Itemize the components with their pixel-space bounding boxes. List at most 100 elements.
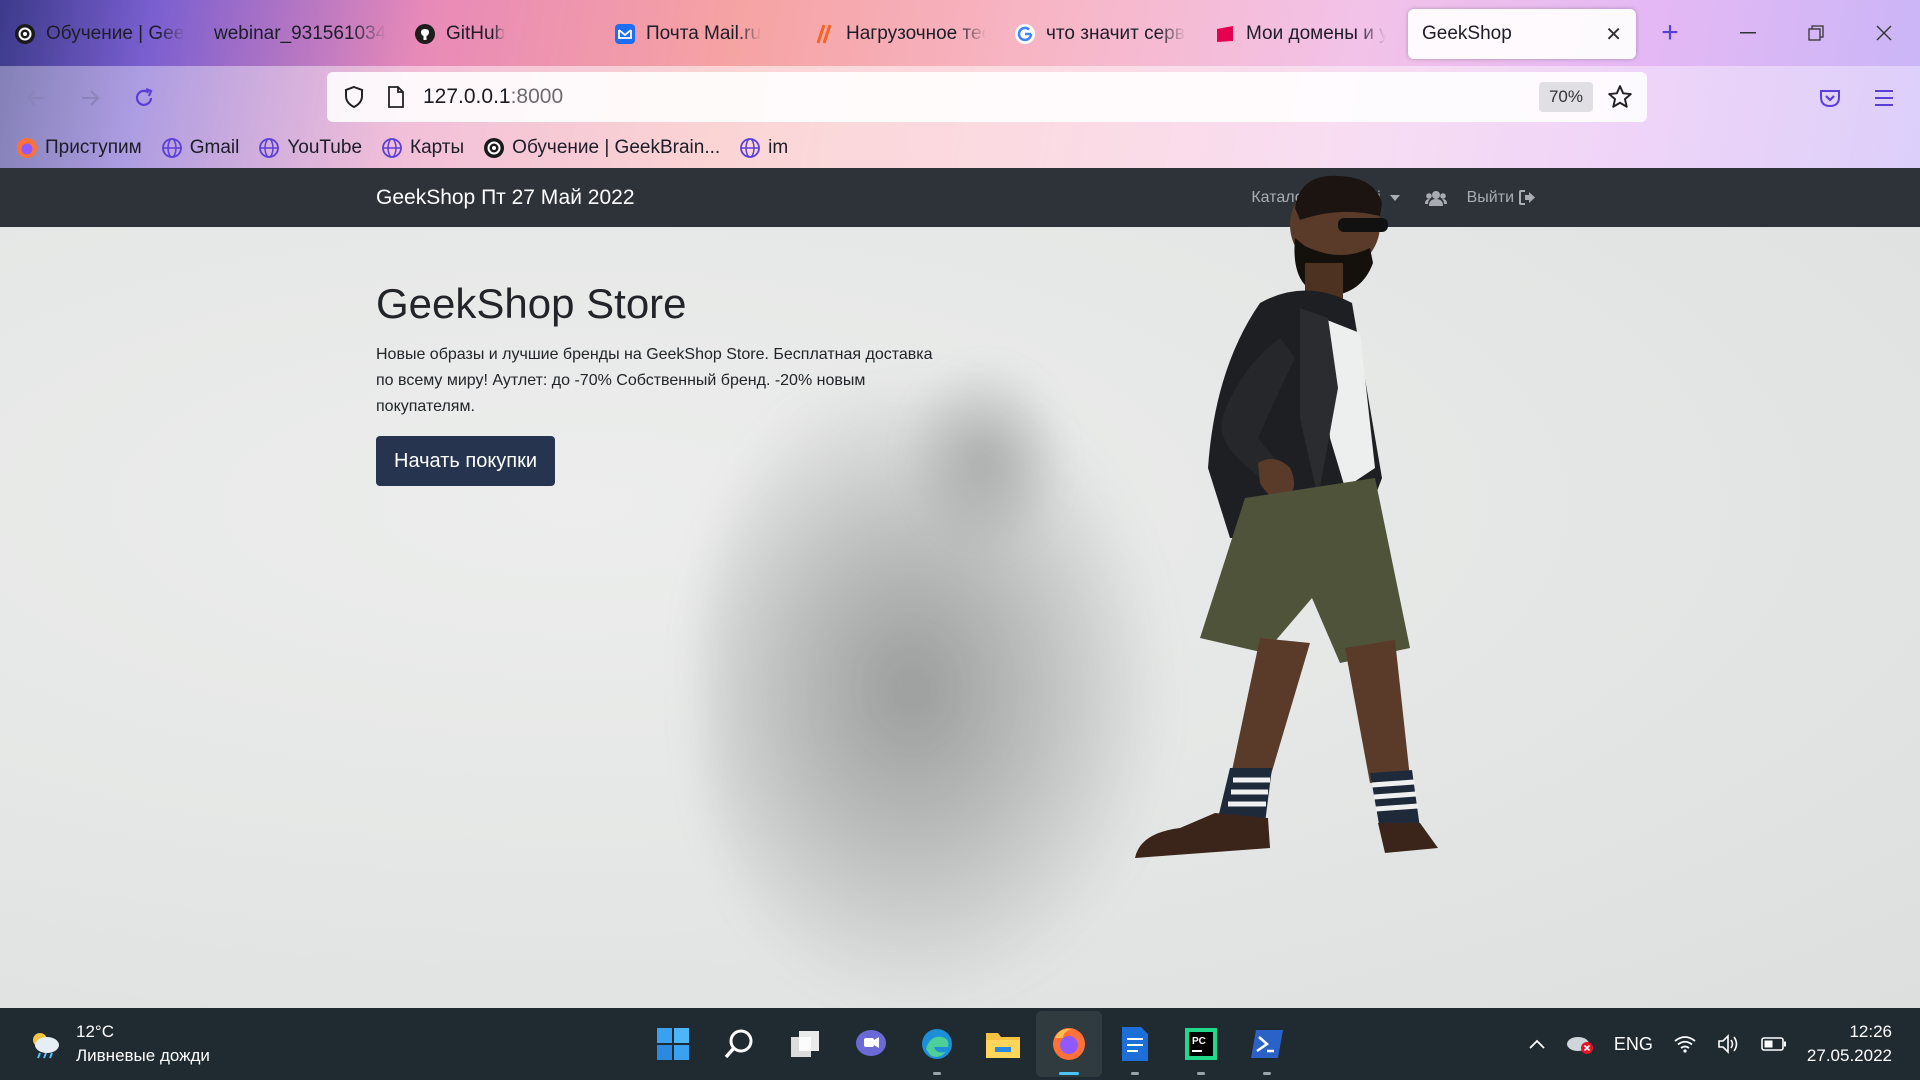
show-hidden-icons-chevron-up-icon[interactable] xyxy=(1528,1038,1546,1050)
page-icon xyxy=(381,82,411,112)
edge-button[interactable] xyxy=(904,1011,970,1077)
tab-label: webinar_93156103490 xyxy=(214,23,386,44)
weather-description: Ливневые дожди xyxy=(76,1046,210,1065)
battery-icon[interactable] xyxy=(1761,1036,1787,1052)
bookmark-im[interactable]: im xyxy=(739,137,788,159)
taskbar-apps: PC xyxy=(640,1008,1300,1080)
bookmark-label: im xyxy=(768,137,789,158)
hero-model-image xyxy=(1135,175,1438,858)
back-button[interactable] xyxy=(16,78,56,118)
tab-label: GitHub xyxy=(446,23,506,44)
pycharm-icon: PC xyxy=(1185,1028,1217,1060)
close-tab-icon[interactable]: ✕ xyxy=(1605,22,1622,47)
document-icon xyxy=(1122,1027,1148,1061)
windows-taskbar: 12°C Ливневые дожди PC ENG 12:26 27.05.2… xyxy=(0,1008,1920,1080)
bookmark-label: Gmail xyxy=(189,137,240,158)
task-view-button[interactable] xyxy=(772,1011,838,1077)
bookmark-youtube[interactable]: YouTube xyxy=(258,137,362,159)
bookmark-maps[interactable]: Карты xyxy=(381,137,464,159)
bookmark-label: Карты xyxy=(410,137,465,158)
edge-icon xyxy=(922,1029,952,1059)
firefox-button[interactable] xyxy=(1036,1011,1102,1077)
tab-label: Нагрузочное тестирование xyxy=(846,23,986,44)
start-shopping-button[interactable]: Начать покупки xyxy=(376,436,556,486)
tab-geekbrains[interactable]: Обучение | GeekBrains xyxy=(0,9,200,59)
clock-time: 12:26 xyxy=(1849,1022,1892,1041)
onedrive-error-icon[interactable] xyxy=(1566,1033,1594,1055)
github-icon xyxy=(414,23,436,45)
tab-webinar[interactable]: webinar_93156103490 xyxy=(200,9,400,59)
pocket-icon[interactable] xyxy=(1810,78,1850,118)
site-brand[interactable]: GeekShop Пт 27 Май 2022 xyxy=(376,168,635,227)
openai-icon xyxy=(483,137,505,159)
hero-section: GeekShop Store Новые образы и лучшие бре… xyxy=(376,280,936,486)
teams-chat-button[interactable] xyxy=(838,1011,904,1077)
tab-label: что значит сервер xyxy=(1046,23,1186,44)
search-button[interactable] xyxy=(706,1011,772,1077)
tab-strip: Обучение | GeekBrains webinar_9315610349… xyxy=(0,0,1920,66)
task-view-icon xyxy=(791,1031,819,1057)
weather-widget[interactable]: 12°C Ливневые дожди xyxy=(28,1020,210,1068)
terminal-icon xyxy=(1251,1030,1283,1058)
start-button[interactable] xyxy=(640,1011,706,1077)
new-tab-button[interactable]: + xyxy=(1650,13,1690,53)
globe-icon xyxy=(161,137,183,159)
weather-cloud-rain-icon xyxy=(33,1033,59,1059)
google-icon xyxy=(1014,23,1036,45)
tab-label: GeekShop xyxy=(1422,23,1512,44)
slash-icon xyxy=(814,23,836,45)
language-indicator[interactable]: ENG xyxy=(1614,1034,1653,1055)
tab-label: Мои домены и услуги xyxy=(1246,23,1386,44)
system-tray: ENG 12:26 27.05.2022 xyxy=(1528,1008,1920,1080)
folder-icon xyxy=(986,1033,1020,1058)
navigation-toolbar: 127.0.0.1:8000 70% xyxy=(0,66,1920,128)
bookmark-label: Обучение | GeekBrain... xyxy=(512,137,721,158)
tab-github[interactable]: GitHub xyxy=(400,9,600,59)
firefox-icon xyxy=(1053,1028,1085,1060)
shield-icon[interactable] xyxy=(339,82,369,112)
file-explorer-button[interactable] xyxy=(970,1011,1036,1077)
reload-button[interactable] xyxy=(124,78,164,118)
svg-text:PC: PC xyxy=(1192,1036,1206,1047)
pycharm-button[interactable]: PC xyxy=(1168,1011,1234,1077)
address-bar[interactable]: 127.0.0.1:8000 70% xyxy=(327,72,1647,122)
running-indicator xyxy=(933,1072,941,1075)
domains-icon xyxy=(1214,23,1236,45)
wifi-icon[interactable] xyxy=(1673,1035,1697,1053)
browser-chrome: Обучение | GeekBrains webinar_9315610349… xyxy=(0,0,1920,168)
running-indicator xyxy=(1131,1072,1139,1075)
tab-load-testing[interactable]: Нагрузочное тестирование xyxy=(800,9,1000,59)
running-indicator xyxy=(1059,1072,1079,1075)
tab-geekshop-active[interactable]: GeekShop ✕ xyxy=(1408,9,1636,59)
url-text[interactable]: 127.0.0.1:8000 xyxy=(423,85,563,109)
clock[interactable]: 12:26 27.05.2022 xyxy=(1807,1020,1892,1068)
clock-date: 27.05.2022 xyxy=(1806,1046,1892,1065)
running-indicator xyxy=(1263,1072,1271,1075)
tab-mail[interactable]: Почта Mail.ru xyxy=(600,9,800,59)
globe-icon xyxy=(739,137,761,159)
zoom-indicator[interactable]: 70% xyxy=(1538,82,1593,112)
bookmark-label: Приступим xyxy=(45,137,142,158)
bookmarks-bar: Приступим Gmail YouTube Карты Обучение |… xyxy=(0,128,1920,168)
forward-button[interactable] xyxy=(70,78,110,118)
mail-icon xyxy=(614,23,636,45)
running-indicator xyxy=(1197,1072,1205,1075)
hero-text: Новые образы и лучшие бренды на GeekShop… xyxy=(376,346,933,415)
powershell-button[interactable] xyxy=(1234,1011,1300,1077)
bookmark-getting-started[interactable]: Приступим xyxy=(16,137,142,159)
windows-logo-icon xyxy=(657,1028,689,1060)
firefox-icon xyxy=(16,137,38,159)
tab-label: Почта Mail.ru xyxy=(646,23,762,44)
bookmark-star-icon[interactable] xyxy=(1605,82,1635,112)
tab-google[interactable]: что значит сервер xyxy=(1000,9,1200,59)
menu-icon[interactable] xyxy=(1864,78,1904,118)
search-icon xyxy=(724,1029,753,1059)
bookmark-gmail[interactable]: Gmail xyxy=(161,137,240,159)
bookmark-geekbrains[interactable]: Обучение | GeekBrain... xyxy=(483,137,720,159)
tab-domains[interactable]: Мои домены и услуги xyxy=(1200,9,1400,59)
chat-icon xyxy=(856,1030,886,1056)
volume-icon[interactable] xyxy=(1717,1034,1741,1054)
bookmark-label: YouTube xyxy=(287,137,363,158)
hero-title: GeekShop Store xyxy=(376,280,687,327)
notepad-button[interactable] xyxy=(1102,1011,1168,1077)
